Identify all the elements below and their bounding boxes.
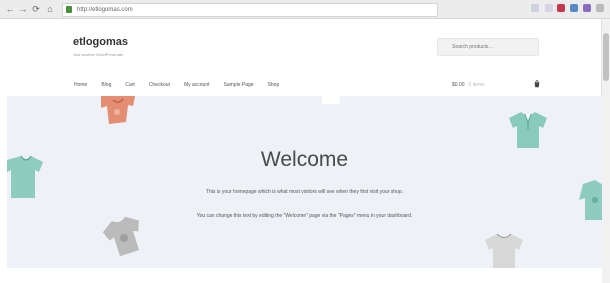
nav-item-my-account[interactable]: My account xyxy=(184,82,210,88)
site-title[interactable]: etlogomas xyxy=(73,36,128,48)
lock-icon xyxy=(66,6,72,13)
extension-icon[interactable] xyxy=(570,4,578,12)
nav-item-sample-page[interactable]: Sample Page xyxy=(224,82,254,88)
reload-button[interactable]: ⟳ xyxy=(30,3,42,15)
white-shirt-illustration xyxy=(485,233,523,268)
nav-item-blog[interactable]: Blog xyxy=(101,82,111,88)
nav-item-home[interactable]: Home xyxy=(74,82,87,88)
search-input[interactable] xyxy=(437,38,539,56)
site-tagline: Just another WordPress site xyxy=(73,52,124,57)
nav-item-cart[interactable]: Cart xyxy=(125,82,134,88)
page-scrollbar[interactable] xyxy=(601,19,610,283)
forward-button[interactable]: → xyxy=(17,3,29,15)
primary-navigation: Home Blog Cart Checkout My account Sampl… xyxy=(74,80,279,90)
gray-shirt-illustration xyxy=(102,216,140,256)
address-bar[interactable]: http://etlogomas.com xyxy=(62,3,438,17)
extension-icon[interactable] xyxy=(531,4,539,12)
hero-banner: Welcome This is your homepage which is w… xyxy=(7,96,602,268)
cart-item-count: 0 items xyxy=(468,82,485,88)
hero-title: Welcome xyxy=(260,148,349,171)
cart-total-amount: $0.00 xyxy=(452,82,465,88)
nav-item-checkout[interactable]: Checkout xyxy=(149,82,170,88)
address-text: http://etlogomas.com xyxy=(77,7,133,13)
teal-polo-illustration xyxy=(509,112,547,148)
extension-icon[interactable] xyxy=(545,4,553,12)
banner-handle xyxy=(322,96,340,104)
hero-description-line-2: You can change this text by editing the … xyxy=(196,213,413,219)
extension-icon[interactable] xyxy=(583,4,591,12)
nav-item-shop[interactable]: Shop xyxy=(268,82,280,88)
home-button[interactable]: ⌂ xyxy=(44,3,56,15)
content-area xyxy=(0,268,602,283)
scrollbar-thumb[interactable] xyxy=(603,33,609,81)
extension-icon[interactable] xyxy=(557,4,565,12)
cart-summary[interactable]: $0.00 0 items xyxy=(452,82,485,88)
orange-shirt-illustration xyxy=(101,96,135,124)
cart-icon[interactable] xyxy=(533,80,541,88)
browser-toolbar: ← → ⟳ ⌂ http://etlogomas.com xyxy=(0,0,610,19)
back-button[interactable]: ← xyxy=(4,3,16,15)
hero-description-line-1: This is your homepage which is what most… xyxy=(205,189,404,195)
menu-icon[interactable] xyxy=(596,4,604,12)
